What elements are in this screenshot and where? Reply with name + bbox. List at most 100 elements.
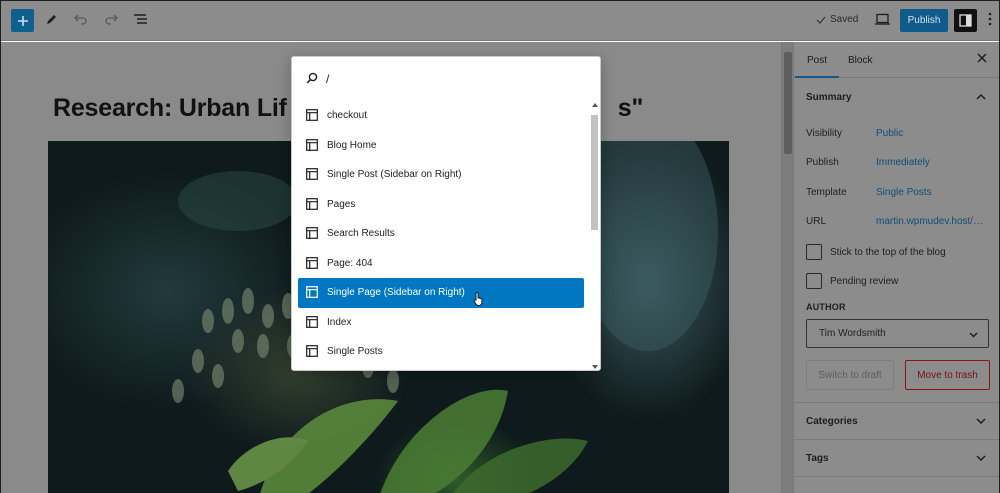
layout-template-icon <box>306 256 318 272</box>
palette-item-label: Blog Home <box>327 139 377 151</box>
canvas-scrollbar-thumb[interactable] <box>784 52 792 154</box>
editor-toolbar: Saved Publish <box>1 1 999 41</box>
search-icon <box>306 72 318 87</box>
palette-search-input[interactable] <box>326 68 586 90</box>
template-row: Template Single Posts <box>806 187 932 198</box>
visibility-value[interactable]: Public <box>876 128 903 139</box>
canvas-scrollbar[interactable] <box>781 42 793 493</box>
edit-tool-button[interactable] <box>45 12 59 26</box>
move-to-trash-button[interactable]: Move to trash <box>905 360 990 390</box>
more-options-button[interactable] <box>988 12 992 29</box>
summary-panel-header[interactable]: Summary <box>794 78 999 116</box>
layout-template-icon <box>306 138 318 154</box>
layout-template-icon <box>306 286 318 301</box>
author-label: AUTHOR <box>806 302 846 312</box>
sticky-checkbox[interactable] <box>806 244 822 260</box>
categories-label: Categories <box>806 416 858 427</box>
categories-panel-header[interactable]: Categories <box>794 403 999 440</box>
close-sidebar-button[interactable] <box>977 53 987 66</box>
url-label: URL <box>806 216 827 227</box>
palette-search <box>292 57 600 101</box>
undo-button[interactable] <box>74 13 88 25</box>
palette-item-label: Single Posts <box>327 346 383 357</box>
palette-item[interactable]: Single Page (Sidebar on Right) <box>298 278 584 308</box>
scroll-up-arrow-icon[interactable] <box>592 103 598 107</box>
publish-date-value[interactable]: Immediately <box>876 157 930 168</box>
url-row: URL martin.wpmudev.host/… <box>806 216 983 227</box>
palette-item-label: Single Post (Sidebar on Right) <box>327 169 462 180</box>
palette-item-label: Search Results <box>327 228 395 239</box>
list-view-button[interactable] <box>133 13 148 25</box>
tab-block[interactable]: Block <box>848 55 872 66</box>
layout-template-icon <box>306 345 318 360</box>
palette-item-label: Index <box>327 316 352 328</box>
list-view-icon <box>134 14 147 24</box>
chevron-up-icon <box>976 92 986 103</box>
palette-results-list: checkout Blog Home Single Post (Sidebar on… <box>298 101 584 367</box>
pending-review-label: Pending review <box>830 276 899 287</box>
tags-panel-header[interactable]: Tags <box>794 440 999 477</box>
add-block-button[interactable] <box>11 9 34 32</box>
laptop-icon <box>875 13 890 25</box>
publish-button[interactable]: Publish <box>900 9 948 32</box>
saved-status: Saved <box>816 14 858 25</box>
palette-item-label: Page: 404 <box>327 257 373 269</box>
publish-row: Publish Immediately <box>806 157 930 168</box>
palette-scrollbar[interactable] <box>590 101 600 370</box>
close-icon <box>977 53 987 63</box>
palette-item[interactable]: Page: 404 <box>298 249 584 279</box>
layout-template-icon <box>306 197 318 213</box>
post-title-start: Research: Urban Lif <box>53 94 287 122</box>
divider <box>794 476 999 477</box>
visibility-row: Visibility Public <box>806 128 903 139</box>
palette-item[interactable]: checkout <box>298 101 584 131</box>
undo-icon <box>74 14 87 25</box>
palette-item[interactable]: Pages <box>298 190 584 220</box>
summary-label: Summary <box>806 92 852 103</box>
template-value[interactable]: Single Posts <box>876 187 932 198</box>
tab-post[interactable]: Post <box>794 55 840 78</box>
chevron-down-icon <box>976 416 986 427</box>
palette-item-label: Single Page (Sidebar on Right) <box>327 287 465 298</box>
chevron-down-icon <box>976 453 986 464</box>
sidebar-icon <box>959 14 972 27</box>
settings-toggle-button[interactable] <box>954 9 977 32</box>
palette-scrollbar-thumb[interactable] <box>591 115 598 230</box>
redo-button[interactable] <box>104 13 118 25</box>
hand-pointer-cursor-icon <box>473 291 485 310</box>
plus-icon <box>17 15 28 26</box>
layout-template-icon <box>306 168 318 183</box>
check-icon <box>816 16 826 24</box>
pending-review-checkbox[interactable] <box>806 273 822 289</box>
palette-item[interactable]: Search Results <box>298 219 584 249</box>
palette-item[interactable]: Blog Home <box>298 131 584 161</box>
post-title-end: s" <box>617 94 644 122</box>
palette-item[interactable]: Index <box>298 308 584 338</box>
command-palette: checkout Blog Home Single Post (Sidebar on… <box>291 56 601 371</box>
author-select[interactable]: Tim Wordsmith <box>806 319 989 348</box>
switch-to-draft-button[interactable]: Switch to draft <box>806 360 894 390</box>
sidebar-tabs: Post Block <box>794 42 999 78</box>
palette-item[interactable]: Single Posts <box>298 337 584 367</box>
palette-item-label: Pages <box>327 198 356 210</box>
publish-date-label: Publish <box>806 157 839 168</box>
more-vertical-icon <box>988 12 992 26</box>
layout-template-icon <box>306 227 318 242</box>
saved-label: Saved <box>830 14 859 25</box>
template-label: Template <box>806 187 847 198</box>
layout-template-icon <box>306 315 318 331</box>
settings-sidebar: Post Block Summary Visibility Public Pub… <box>793 42 999 493</box>
url-value[interactable]: martin.wpmudev.host/… <box>876 216 983 227</box>
palette-item-label: checkout <box>327 110 368 121</box>
pencil-icon <box>47 15 56 24</box>
scroll-down-arrow-icon[interactable] <box>592 365 598 369</box>
layout-template-icon <box>306 109 318 124</box>
visibility-label: Visibility <box>806 128 842 139</box>
tags-label: Tags <box>806 453 829 464</box>
author-value: Tim Wordsmith <box>819 328 886 339</box>
redo-icon <box>105 14 118 25</box>
palette-item[interactable]: Single Post (Sidebar on Right) <box>298 160 584 190</box>
chevron-down-icon <box>969 330 978 341</box>
preview-button[interactable] <box>875 13 890 25</box>
sticky-label: Stick to the top of the blog <box>830 247 946 258</box>
